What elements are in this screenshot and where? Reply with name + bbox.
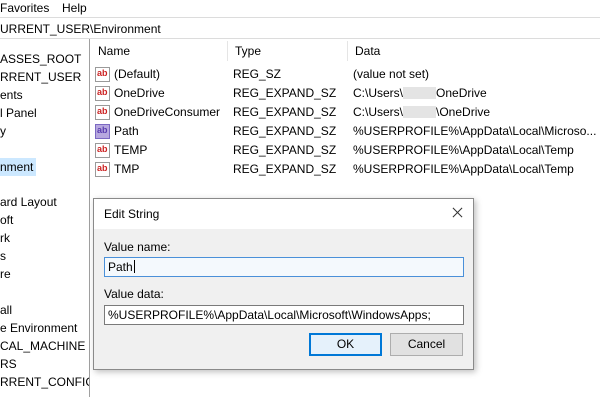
tree-item[interactable]: y (0, 122, 6, 140)
value-type: REG_EXPAND_SZ (233, 143, 337, 157)
redacted-username (403, 87, 437, 99)
value-name: (Default) (114, 67, 161, 81)
value-name-field[interactable]: Path (104, 257, 464, 277)
text-caret (133, 260, 135, 273)
close-icon[interactable] (450, 205, 466, 221)
tree-item[interactable]: e Environment (0, 319, 77, 337)
value-data: %USERPROFILE%\AppData\Local\Microso... (353, 124, 597, 138)
tree-item[interactable]: re (0, 265, 11, 283)
menu-bar: Favorites Help (0, 0, 600, 17)
menu-favorites[interactable]: Favorites (0, 1, 49, 15)
tree-item[interactable]: all (0, 301, 12, 319)
cancel-button[interactable]: Cancel (390, 333, 463, 356)
tree-item[interactable]: rk (0, 229, 10, 247)
dialog-title: Edit String (104, 207, 160, 221)
column-header-data[interactable]: Data (347, 39, 600, 63)
tree-item[interactable]: CAL_MACHINE (0, 337, 85, 355)
list-row-onedriveconsumer[interactable]: OneDriveConsumer REG_EXPAND_SZ C:\Users\… (90, 103, 600, 122)
list-row-temp[interactable]: TEMP REG_EXPAND_SZ %USERPROFILE%\AppData… (90, 141, 600, 160)
value-data: %USERPROFILE%\AppData\Local\Temp (353, 143, 574, 157)
value-type: REG_EXPAND_SZ (233, 162, 337, 176)
menu-help[interactable]: Help (62, 1, 87, 15)
tree-item[interactable]: s (0, 247, 6, 265)
value-data: C:\Users\ OneDrive (353, 86, 487, 100)
redacted-username (403, 106, 437, 118)
value-data-field[interactable]: %USERPROFILE%\AppData\Local\Microsoft\Wi… (104, 305, 464, 325)
address-path: URRENT_USER\Environment (0, 22, 161, 36)
value-data-label: Value data: (104, 287, 164, 301)
ab-string-icon (95, 105, 110, 120)
ab-string-icon (95, 162, 110, 177)
value-name: OneDrive (114, 86, 165, 100)
value-name: OneDriveConsumer (114, 105, 221, 119)
value-name-label: Value name: (104, 240, 171, 254)
value-data: (value not set) (353, 67, 430, 81)
value-type: REG_EXPAND_SZ (233, 86, 337, 100)
tree-item[interactable]: l Panel (0, 104, 37, 122)
address-bar[interactable]: URRENT_USER\Environment (0, 17, 600, 39)
column-header-type[interactable]: Type (227, 39, 347, 63)
list-row-default[interactable]: (Default) REG_SZ (value not set) (90, 65, 600, 84)
tree-item[interactable]: RRENT_USER (0, 68, 81, 86)
value-name: TEMP (114, 143, 148, 157)
value-type: REG_SZ (233, 67, 282, 81)
ab-string-icon (95, 143, 110, 158)
tree-item[interactable]: nment (0, 158, 36, 176)
value-type: REG_EXPAND_SZ (233, 105, 337, 119)
value-name: Path (114, 124, 139, 138)
registry-tree: ASSES_ROOT RRENT_USER ents l Panel y nment ard… (0, 39, 89, 397)
tree-item[interactable]: RS (0, 355, 17, 373)
tree-item[interactable]: oft (0, 211, 13, 229)
list-row-tmp[interactable]: TMP REG_EXPAND_SZ %USERPROFILE%\AppData\… (90, 160, 600, 179)
list-row-path[interactable]: Path REG_EXPAND_SZ %USERPROFILE%\AppData… (90, 122, 600, 141)
value-name: TMP (114, 162, 140, 176)
ab-string-icon (95, 67, 110, 82)
list-row-onedrive[interactable]: OneDrive REG_EXPAND_SZ C:\Users\OneDrive (90, 84, 600, 103)
tree-item[interactable]: ASSES_ROOT (0, 50, 81, 68)
ok-button[interactable]: OK (309, 333, 382, 356)
tree-item[interactable]: RRENT_CONFIG (0, 373, 89, 391)
value-data: %USERPROFILE%\AppData\Local\Temp (353, 162, 574, 176)
value-type: REG_EXPAND_SZ (233, 124, 337, 138)
tree-item[interactable]: ard Layout (0, 193, 57, 211)
column-header-name[interactable]: Name (90, 39, 227, 63)
value-data: C:\Users\ \OneDrive (353, 105, 491, 119)
tree-item[interactable]: ents (0, 86, 23, 104)
dialog-titlebar[interactable]: Edit String (94, 199, 473, 229)
ab-string-icon (95, 86, 110, 101)
ab-string-icon (95, 124, 110, 139)
edit-string-dialog: Edit String Value name: Path Value data:… (93, 198, 474, 370)
